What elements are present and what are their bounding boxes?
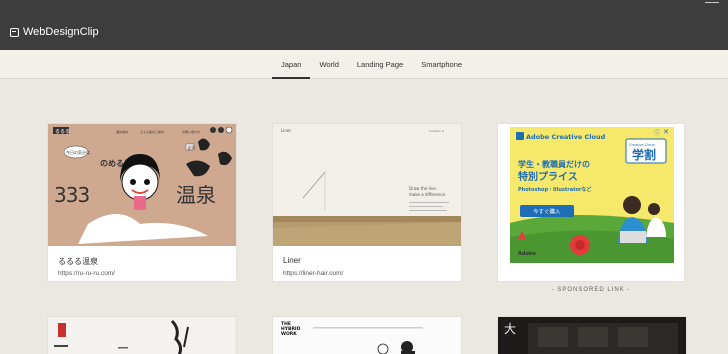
tab-japan[interactable]: Japan — [272, 50, 311, 79]
svg-text:今すぐ購入: 今すぐ購入 — [533, 208, 561, 216]
site-logo-text: WebDesignClip — [23, 26, 99, 38]
card-thumbnail: THE HYBRID WORK — [281, 321, 423, 354]
card-thumbnail[interactable]: Liner Contact ≡ Draw the line. make a di… — [273, 124, 461, 246]
svg-text:学生・教職員だけの: 学生・教職員だけの — [518, 159, 590, 169]
svg-text:Creative Cloud: Creative Cloud — [629, 143, 655, 147]
site-logo[interactable]: WebDesignClip — [10, 26, 99, 38]
site-card[interactable]: Liner Contact ≡ Draw the line. make a di… — [272, 123, 462, 282]
card-title[interactable]: Liner — [283, 256, 301, 265]
tab-smartphone[interactable]: Smartphone — [412, 50, 471, 79]
site-card[interactable]: 大 — [497, 316, 687, 354]
hamburger-icon[interactable] — [705, 2, 719, 10]
svg-text:Liner: Liner — [281, 128, 291, 133]
ad-illustration: Adobe Creative Cloud Creative Cloud 学割 学… — [510, 127, 674, 263]
svg-text:make a difference.: make a difference. — [409, 192, 446, 197]
svg-text:温泉: 温泉 — [187, 144, 195, 150]
svg-text:今日の気分は: 今日の気分は — [66, 149, 90, 155]
card-url: https://liner-hair.com/ — [283, 270, 344, 277]
svg-text:Adobe Creative Cloud: Adobe Creative Cloud — [526, 133, 606, 141]
tab-world[interactable]: World — [310, 50, 347, 79]
svg-text:WORK: WORK — [281, 331, 297, 337]
svg-text:333: 333 — [54, 183, 89, 207]
thumb-logo: るるる — [55, 129, 70, 135]
svg-text:るるる館のご案内: るるる館のご案内 — [140, 129, 164, 134]
sponsored-label: - SPONSORED LINK - — [551, 287, 631, 293]
tab-landing-page[interactable]: Landing Page — [348, 50, 412, 79]
sponsored-ad[interactable]: Adobe Creative Cloud Creative Cloud 学割 学… — [497, 123, 685, 282]
card-url: https://ru-ru-ru.com/ — [58, 270, 116, 277]
svg-text:Adobe: Adobe — [518, 251, 536, 257]
thumbnail-illustration: るるる 温泉案内 るるる館のご案内 お問い合わせ 今日の気分は のめる！ 温泉 … — [48, 124, 236, 246]
card-thumbnail[interactable]: るるる 温泉案内 るるる館のご案内 お問い合わせ 今日の気分は のめる！ 温泉 … — [48, 124, 236, 246]
clip-icon — [10, 27, 19, 37]
ad-info-icon[interactable]: ⓘ — [654, 128, 660, 137]
ad-banner[interactable]: Adobe Creative Cloud Creative Cloud 学割 学… — [510, 127, 674, 263]
card-title[interactable]: るるる温泉 — [58, 256, 98, 267]
site-card[interactable] — [47, 316, 237, 354]
site-card[interactable]: るるる 温泉案内 るるる館のご案内 お問い合わせ 今日の気分は のめる！ 温泉 … — [47, 123, 237, 282]
svg-text:学割: 学割 — [632, 147, 656, 162]
site-header: WebDesignClip — [0, 0, 728, 50]
svg-text:Draw the line.: Draw the line. — [409, 186, 437, 191]
svg-text:温泉案内: 温泉案内 — [116, 129, 128, 134]
site-card[interactable]: THE HYBRID WORK — [272, 316, 462, 354]
ad-close-icon[interactable]: ✕ — [663, 128, 669, 136]
svg-text:大: 大 — [504, 322, 516, 336]
svg-text:お問い合わせ: お問い合わせ — [182, 129, 200, 134]
card-thumbnail: 大 — [504, 322, 678, 354]
thumbnail-illustration: Liner Contact ≡ Draw the line. make a di… — [273, 124, 461, 246]
svg-text:Contact ≡: Contact ≡ — [429, 129, 445, 133]
category-nav: Japan World Landing Page Smartphone — [0, 50, 728, 79]
svg-text:温泉: 温泉 — [176, 183, 216, 207]
card-thumbnail — [54, 319, 189, 354]
svg-text:特別プライス: 特別プライス — [518, 170, 578, 183]
svg-text:Photoshop・Illustratorなど: Photoshop・Illustratorなど — [518, 186, 591, 193]
